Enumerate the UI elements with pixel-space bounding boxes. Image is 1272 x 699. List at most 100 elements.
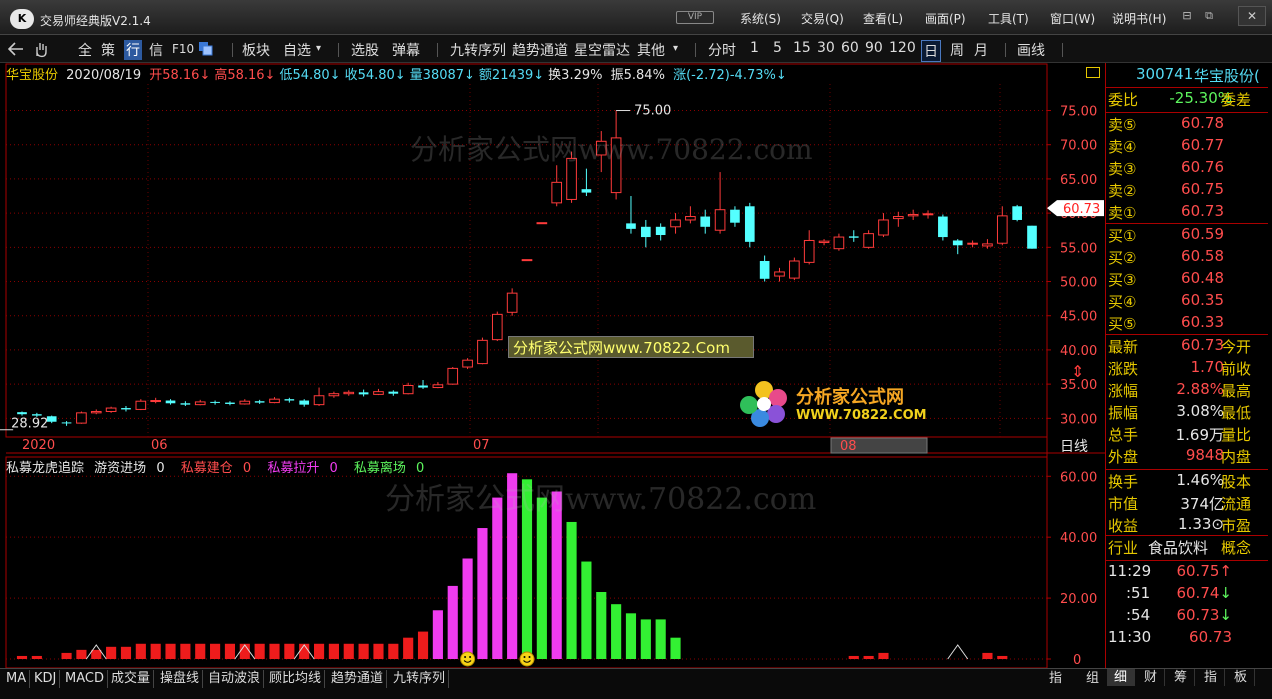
bid-row: 买③ 60.48 — [1108, 269, 1224, 289]
close-icon[interactable]: ✕ — [1238, 6, 1266, 26]
maximize-icon[interactable]: ⧉ — [1200, 6, 1218, 26]
tick-row: :54 60.73↓ — [1126, 606, 1232, 624]
indicator-bar — [462, 558, 473, 659]
tab-macd[interactable]: MACD — [62, 670, 108, 688]
toolbar-trend-channel[interactable]: 趋势通道 — [512, 40, 568, 60]
tab-auto-wave[interactable]: 自动波浪 — [205, 670, 265, 688]
time-axis-label: 2020 — [22, 438, 55, 453]
period-1[interactable]: 1 — [750, 40, 759, 56]
time-axis-label: 08 — [840, 439, 857, 454]
minimize-icon[interactable]: ⊟ — [1178, 6, 1196, 26]
stock-name: 华宝股份 — [6, 68, 59, 83]
candle-body — [180, 403, 191, 405]
candle-body — [254, 401, 265, 403]
settings-box-icon[interactable] — [1086, 67, 1100, 78]
side-tab-index[interactable]: 指 — [1197, 669, 1225, 686]
menu-manual[interactable]: 说明书(H) — [1112, 10, 1166, 27]
tab-group[interactable]: 组 — [1083, 670, 1102, 688]
candle-body — [328, 393, 340, 397]
price-tick-label: 75.00 — [1060, 105, 1097, 120]
indicator-bar — [492, 497, 503, 659]
toolbar-stock-picker[interactable]: 选股 — [351, 40, 379, 60]
candle-body — [105, 407, 117, 412]
tab-gmma[interactable]: 顾比均线 — [266, 670, 326, 688]
period-5[interactable]: 5 — [773, 40, 782, 56]
tab-caopanxian[interactable]: 操盘线 — [157, 670, 204, 688]
price-tick-label: 55.00 — [1060, 241, 1097, 256]
toolbar-td9[interactable]: 九转序列 — [450, 40, 506, 60]
hand-icon[interactable] — [32, 40, 50, 58]
period-90[interactable]: 90 — [865, 40, 883, 56]
menu-screen[interactable]: 画面(P) — [925, 10, 966, 27]
tab-td9[interactable]: 九转序列 — [390, 670, 450, 688]
period-minute[interactable]: 分时 — [708, 40, 736, 60]
period-60[interactable]: 60 — [841, 40, 859, 56]
menu-trade[interactable]: 交易(Q) — [801, 10, 844, 27]
toolbar-danmaku[interactable]: 弹幕 — [392, 40, 420, 60]
menu-system[interactable]: 系统(S) — [740, 10, 781, 27]
toolbar-draw-line[interactable]: 画线 — [1017, 40, 1045, 60]
bid-row: 买⑤ 60.33 — [1108, 313, 1224, 333]
toolbar-other[interactable]: 其他 — [637, 40, 665, 60]
ask-row: 卖③ 60.76 — [1108, 158, 1224, 178]
menu-tools[interactable]: 工具(T) — [988, 10, 1029, 27]
watchlist-chevron-down-icon[interactable]: ▾ — [316, 43, 321, 54]
candle-body — [506, 292, 518, 313]
toolbar-f10[interactable]: F10 — [172, 42, 194, 56]
indicator-bar — [432, 610, 443, 659]
period-120[interactable]: 120 — [889, 40, 916, 56]
toolbar-all[interactable]: 全 — [78, 40, 92, 60]
tick-row: 11:29 60.75↑ — [1108, 562, 1232, 580]
period-week[interactable]: 周 — [950, 40, 964, 60]
toolbar-sector[interactable]: 板块 — [242, 40, 270, 60]
indicator-tick-label: 60.00 — [1060, 470, 1097, 485]
toolbar-strategy[interactable]: 策 — [101, 40, 115, 60]
period-month[interactable]: 月 — [974, 40, 988, 60]
candle-body — [714, 209, 726, 231]
period-30[interactable]: 30 — [817, 40, 835, 56]
vip-badge[interactable]: VIP — [676, 11, 714, 24]
indicator-bar — [165, 643, 176, 659]
indicator-bar — [611, 604, 622, 659]
indicator-bar — [61, 652, 72, 659]
side-tab-chips[interactable]: 筹 — [1167, 669, 1195, 686]
tab-index[interactable]: 指 — [1046, 670, 1065, 688]
toolbar-quote[interactable]: 行 — [124, 40, 142, 60]
layout-icon[interactable] — [198, 41, 213, 56]
side-tab-sector[interactable]: 板 — [1227, 669, 1255, 686]
tab-kdj[interactable]: KDJ — [31, 670, 61, 688]
toolbar-radar[interactable]: 星空雷达 — [574, 40, 630, 60]
quote-row: 涨幅 2.88% 最高 — [1108, 380, 1252, 400]
other-chevron-down-icon[interactable]: ▾ — [673, 43, 678, 54]
menu-window[interactable]: 窗口(W) — [1050, 10, 1095, 27]
toolbar-watchlist[interactable]: 自选 — [283, 40, 311, 60]
candle-body — [210, 401, 220, 403]
tab-volume[interactable]: 成交量 — [108, 670, 155, 688]
period-day[interactable]: 日 — [921, 40, 941, 62]
candle-body — [32, 414, 42, 416]
cursor-arrow-icon: ⇕ — [1071, 362, 1085, 381]
tab-ma[interactable]: MA — [3, 670, 31, 688]
candle-body — [358, 392, 369, 395]
ask-row: 卖⑤ 60.78 — [1108, 114, 1224, 134]
candle-body — [165, 400, 176, 404]
volume-value: 量38087↓ — [409, 68, 475, 83]
candle-body — [700, 216, 711, 227]
indicator-bar — [655, 619, 666, 659]
candle-body — [61, 422, 72, 424]
side-tab-finance[interactable]: 财 — [1137, 669, 1165, 686]
indicator-title[interactable]: 私募龙虎追踪 — [6, 461, 84, 476]
side-tab-detail[interactable]: 细 — [1107, 669, 1135, 686]
indicator-bar — [640, 619, 651, 659]
candle-body — [982, 243, 993, 247]
menu-view[interactable]: 查看(L) — [863, 10, 903, 27]
indicator-bar — [566, 521, 577, 659]
bid-row: 买④ 60.35 — [1108, 291, 1224, 311]
back-icon[interactable] — [8, 42, 24, 56]
indicator-bar — [670, 637, 681, 659]
candle-body — [685, 216, 696, 221]
toolbar-info[interactable]: 信 — [149, 40, 163, 60]
legend-lasheng: 私募拉升 0 — [267, 461, 338, 476]
period-15[interactable]: 15 — [793, 40, 811, 56]
tab-trend-channel[interactable]: 趋势通道 — [328, 670, 388, 688]
